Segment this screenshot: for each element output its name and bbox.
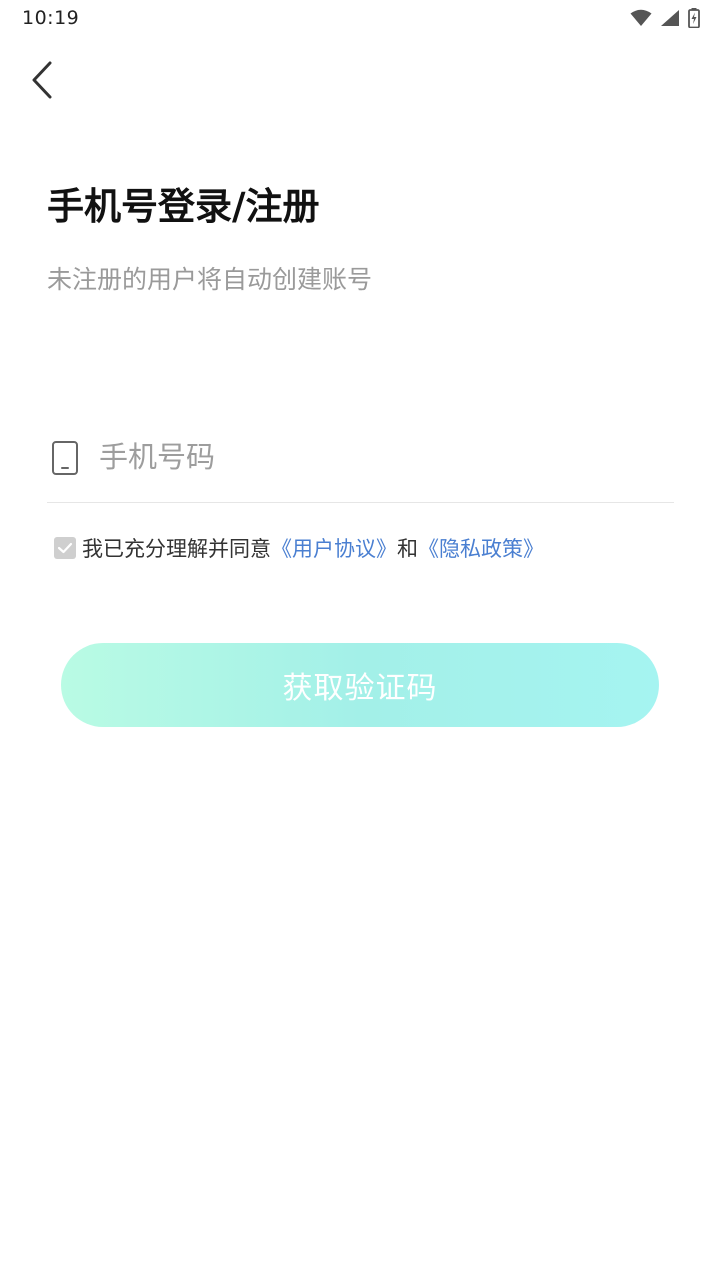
phone-icon bbox=[51, 440, 79, 476]
status-bar: 10:19 bbox=[0, 0, 720, 36]
user-agreement-link[interactable]: 《用户协议》 bbox=[271, 533, 397, 563]
page-subtitle: 未注册的用户将自动创建账号 bbox=[47, 265, 373, 294]
status-icons bbox=[630, 7, 700, 29]
chevron-left-icon bbox=[29, 60, 55, 104]
check-icon bbox=[57, 536, 73, 560]
wifi-icon bbox=[630, 9, 652, 27]
agreement-checkbox[interactable] bbox=[54, 537, 76, 559]
agreement-prefix: 我已充分理解并同意 bbox=[82, 537, 271, 561]
battery-charging-icon bbox=[688, 8, 700, 28]
phone-input-row bbox=[47, 420, 674, 503]
page-title: 手机号登录/注册 bbox=[47, 185, 320, 228]
phone-number-input[interactable] bbox=[99, 432, 659, 482]
get-verification-code-button[interactable]: 获取验证码 bbox=[61, 643, 659, 727]
agreement-row: 我已充分理解并同意 《用户协议》 和 《隐私政策》 bbox=[54, 533, 544, 563]
agreement-conjunction: 和 bbox=[397, 537, 418, 561]
privacy-policy-link[interactable]: 《隐私政策》 bbox=[418, 533, 544, 563]
signal-icon bbox=[660, 9, 680, 27]
status-time: 10:19 bbox=[22, 7, 80, 29]
back-button[interactable] bbox=[20, 58, 64, 106]
